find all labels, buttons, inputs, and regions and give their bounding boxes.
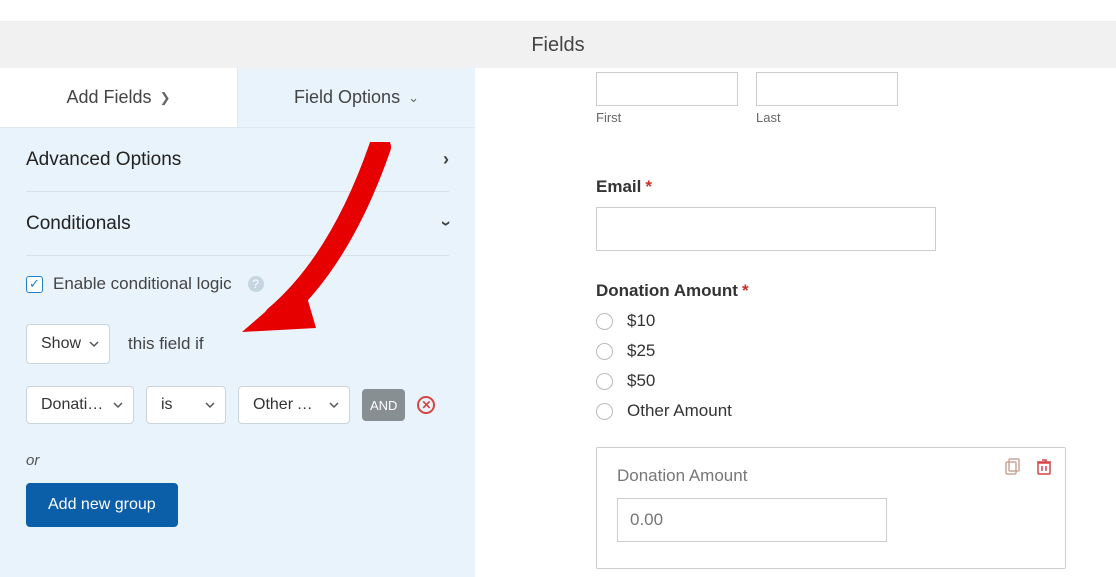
trash-icon[interactable]	[1035, 458, 1053, 476]
form-preview-panel: First Last Email* Donation Amount* $10 $…	[475, 68, 1116, 577]
radio-icon	[596, 373, 613, 390]
chevron-right-icon: ›	[443, 149, 449, 170]
show-hide-value: Show	[41, 335, 81, 353]
email-input[interactable]	[596, 207, 936, 251]
show-hide-select[interactable]: Show	[26, 324, 110, 364]
rule-value-value: Other A…	[253, 396, 323, 414]
enable-conditional-label: Enable conditional logic	[53, 274, 232, 294]
radio-icon	[596, 313, 613, 330]
donation-amount-label-text: Donation Amount	[596, 281, 738, 301]
left-panel: Add Fields ❯ Field Options ⌄ Advanced Op…	[0, 68, 475, 577]
section-advanced-label: Advanced Options	[26, 149, 181, 171]
first-name-input[interactable]	[596, 72, 738, 106]
email-label: Email*	[596, 177, 1066, 197]
top-blank-bar	[0, 0, 1116, 22]
tab-bar: Add Fields ❯ Field Options ⌄	[0, 68, 475, 128]
radio-label: $25	[627, 341, 655, 361]
amount-input[interactable]	[617, 498, 887, 542]
conditionals-body: ✓ Enable conditional logic ? Show this f…	[0, 256, 475, 545]
enable-conditional-checkbox[interactable]: ✓	[26, 276, 43, 293]
and-label: AND	[370, 398, 397, 413]
enable-conditional-row: ✓ Enable conditional logic ?	[26, 274, 449, 294]
donation-option[interactable]: $25	[596, 341, 1066, 361]
chevron-down-icon	[113, 400, 123, 410]
last-name-sublabel: Last	[756, 110, 898, 125]
first-name-sublabel: First	[596, 110, 738, 125]
duplicate-icon[interactable]	[1005, 458, 1023, 476]
chevron-down-icon	[89, 339, 99, 349]
last-name-input[interactable]	[756, 72, 898, 106]
close-icon: ✕	[421, 398, 431, 412]
donation-amount-label: Donation Amount*	[596, 281, 1066, 301]
required-asterisk: *	[645, 177, 652, 197]
tab-add-fields-label: Add Fields	[67, 87, 152, 108]
donation-radio-group: $10 $25 $50 Other Amount	[596, 311, 1066, 421]
chevron-down-icon	[205, 400, 215, 410]
donation-option[interactable]: $50	[596, 371, 1066, 391]
rule-field-select[interactable]: Donatio…	[26, 386, 134, 424]
radio-icon	[596, 343, 613, 360]
chevron-down-icon: ›	[436, 221, 457, 227]
name-field-row: First Last	[596, 72, 1066, 125]
radio-label: $50	[627, 371, 655, 391]
required-asterisk: *	[742, 281, 749, 301]
tab-field-options-label: Field Options	[294, 87, 400, 108]
tab-field-options[interactable]: Field Options ⌄	[238, 68, 475, 127]
section-conditionals-label: Conditionals	[26, 213, 131, 235]
section-advanced-options[interactable]: Advanced Options ›	[26, 128, 449, 192]
chevron-down-icon: ⌄	[408, 90, 419, 106]
and-button[interactable]: AND	[362, 389, 405, 421]
radio-icon	[596, 403, 613, 420]
or-label: or	[26, 452, 449, 469]
radio-label: $10	[627, 311, 655, 331]
add-new-group-button[interactable]: Add new group	[26, 483, 178, 527]
section-conditionals[interactable]: Conditionals ›	[26, 192, 449, 256]
this-field-if-label: this field if	[128, 334, 204, 354]
radio-label: Other Amount	[627, 401, 732, 421]
selected-field-donation-amount[interactable]: Donation Amount	[596, 447, 1066, 569]
help-icon[interactable]: ?	[248, 276, 264, 292]
rule-value-select[interactable]: Other A…	[238, 386, 350, 424]
rule-field-value: Donatio…	[41, 396, 107, 414]
email-label-text: Email	[596, 177, 641, 197]
title-bar: Fields	[0, 22, 1116, 68]
title-text: Fields	[531, 34, 584, 57]
chevron-down-icon	[329, 400, 339, 410]
rule-operator-select[interactable]: is	[146, 386, 226, 424]
tab-add-fields[interactable]: Add Fields ❯	[0, 68, 237, 127]
amount-field-label: Donation Amount	[617, 466, 1045, 486]
condition-rule-row: Donatio… is Other A… AND ✕	[26, 386, 449, 424]
delete-rule-button[interactable]: ✕	[417, 396, 435, 414]
donation-option[interactable]: Other Amount	[596, 401, 1066, 421]
rule-operator-value: is	[161, 396, 173, 414]
donation-option[interactable]: $10	[596, 311, 1066, 331]
chevron-right-icon: ❯	[160, 90, 171, 106]
